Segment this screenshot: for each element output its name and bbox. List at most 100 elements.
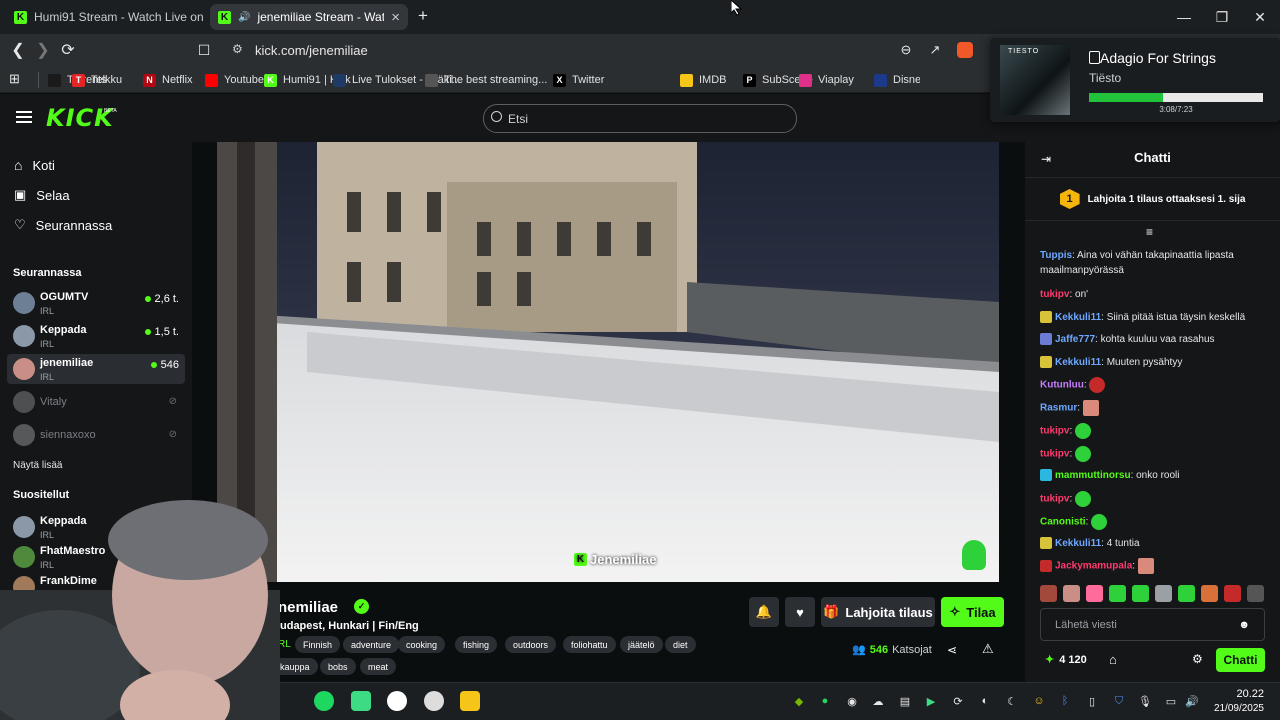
chat-username[interactable]: Canonisti [1040,517,1086,528]
chat-username[interactable]: Kekkuli11 [1055,357,1101,368]
stream-tag[interactable]: cooking [398,636,446,653]
bluetooth-icon[interactable]: ᛒ [1058,694,1072,708]
bookmark-item[interactable]: IMDB [680,70,727,90]
stream-tag[interactable]: jäätelö [620,636,663,653]
browser-tab-active[interactable]: K 🔊 jenemiliae Stream - Watch Liv × [210,4,408,30]
following-channel[interactable]: Vitaly ⊘ [7,387,185,417]
chat-username[interactable]: Jaffe777 [1055,334,1095,345]
chat-username[interactable]: mammuttinorsu [1055,470,1131,481]
notification-bell-button[interactable]: 🔔 [749,597,779,627]
stream-tag[interactable]: foliohattu [563,636,616,653]
emote-icon[interactable] [1086,585,1103,602]
app-tray-icon[interactable]: ◐ [978,694,992,708]
chat-username[interactable]: Kekkuli11 [1055,538,1101,549]
pinned-indicator-icon[interactable]: ≡ [1146,225,1153,239]
report-icon[interactable]: ⚠ [982,641,994,657]
shield-icon[interactable]: ⛉ [1112,694,1126,708]
emote-icon[interactable] [1224,585,1241,602]
brave-shield-icon[interactable] [957,42,973,58]
site-settings-icon[interactable]: ⚙ [232,42,243,56]
chat-username[interactable]: Tuppis [1040,250,1072,261]
stream-tag[interactable]: meat [360,658,397,675]
chat-username[interactable]: tukipv [1040,289,1069,300]
reload-icon[interactable]: ⟳ [56,38,80,62]
share-icon[interactable]: ⋖ [947,643,957,657]
chat-username[interactable]: Rasmur [1040,403,1077,414]
forward-icon[interactable]: ❯ [31,38,55,62]
chat-input[interactable]: Lähetä viesti ☻ [1040,608,1265,641]
channel-points[interactable]: ✦ 4 120 [1045,653,1087,667]
nvidia-icon[interactable]: ◆ [792,694,806,708]
minimize-button[interactable]: — [1169,6,1199,28]
stream-tag[interactable]: fishing [455,636,498,653]
browser-tab[interactable]: K Humi91 Stream - Watch Live on Kick [6,4,206,30]
play-icon[interactable]: ▶ [924,694,938,708]
follow-button[interactable]: ♥ [785,597,815,627]
maximize-button[interactable]: ❐ [1207,6,1237,28]
emote-icon[interactable] [1063,585,1080,602]
chat-username[interactable]: Kekkuli11 [1055,312,1101,323]
chat-settings-icon[interactable]: ⚙ [1192,652,1203,666]
emoji-icon[interactable]: ☻ [1238,619,1250,631]
nav-browse[interactable]: ▣ Selaa [14,184,70,206]
following-channel[interactable]: jenemiliae IRL 546 [7,354,185,384]
song-progress-bar[interactable] [1089,93,1263,102]
chat-username[interactable]: Jackymamupala [1055,561,1132,572]
close-tab-icon[interactable]: × [391,9,400,26]
emote-icon[interactable] [1178,585,1195,602]
send-chat-button[interactable]: Chatti [1216,648,1265,672]
apps-grid-icon[interactable]: ⊞ [9,71,20,87]
menu-icon[interactable] [16,111,32,123]
zoom-icon[interactable]: ⊖ [894,38,918,62]
face-icon[interactable]: ☺ [1032,694,1046,708]
back-icon[interactable]: ❮ [6,38,30,62]
xbox-icon[interactable] [424,691,444,711]
file-explorer-icon[interactable] [460,691,480,711]
cloud-icon[interactable]: ☁ [871,694,885,708]
url-field[interactable]: ⚙ kick.com/jenemiliae [222,37,982,63]
new-tab-button[interactable]: + [418,6,428,26]
discord-icon[interactable]: ◉ [845,694,859,708]
microphone-icon[interactable]: 🎙 [1138,694,1152,708]
emote-icon[interactable] [1201,585,1218,602]
stream-tag[interactable]: diet [665,636,696,653]
nav-home[interactable]: ⌂ Koti [14,154,55,176]
emote-icon[interactable] [1247,585,1264,602]
emote-icon[interactable] [1040,585,1057,602]
stream-tag[interactable]: adventure [343,636,400,653]
volume-icon[interactable]: 🔊 [1185,694,1199,708]
share-icon[interactable]: ↗ [923,38,947,62]
emote-icon[interactable] [1132,585,1149,602]
sync-icon[interactable]: ⟳ [951,694,965,708]
close-window-button[interactable]: ✕ [1245,6,1275,28]
bookmark-item[interactable]: T Telkku [72,70,122,90]
gift-goal-banner[interactable]: 1 Lahjoita 1 tilaus ottaaksesi 1. sija [1025,177,1280,221]
search-input[interactable]: Etsi [483,104,797,133]
following-channel[interactable]: OGUMTV IRL 2,6 t. [7,288,185,318]
stream-tag[interactable]: Finnish [295,636,341,653]
emote-icon[interactable] [1155,585,1172,602]
bookmark-icon[interactable]: ☐ [192,38,216,62]
streamer-name[interactable]: nemiliae [278,599,338,616]
chrome-icon[interactable] [387,691,407,711]
bookmark-item[interactable]: Viaplay [799,70,854,90]
stream-tag[interactable]: bobs [320,658,356,675]
video-player[interactable]: K Jenemiliae [217,142,999,582]
stream-tag[interactable]: outdoors [505,636,557,653]
bookmark-item[interactable]: The best streaming... [425,70,547,90]
chat-username[interactable]: tukipv [1040,426,1069,437]
clock-date[interactable]: 21/09/2025 [1214,703,1264,714]
bookmark-item[interactable]: X Twitter [553,70,604,90]
network-icon[interactable]: ▭ [1164,694,1178,708]
pause-icon[interactable] [1089,51,1100,64]
show-more-link[interactable]: Näytä lisää [13,460,62,471]
emote-icon[interactable] [1109,585,1126,602]
app-icon[interactable] [351,691,371,711]
clock-time[interactable]: 20.22 [1236,688,1264,700]
chat-username[interactable]: tukipv [1040,494,1069,505]
bookmark-item[interactable]: Disney [874,70,920,90]
chat-username[interactable]: Kutunluu [1040,380,1084,391]
bookmark-item[interactable]: Youtube [205,70,264,90]
subscribe-button[interactable]: ✧ Tilaa [941,597,1004,627]
store-icon[interactable]: ⌂ [1109,652,1117,667]
